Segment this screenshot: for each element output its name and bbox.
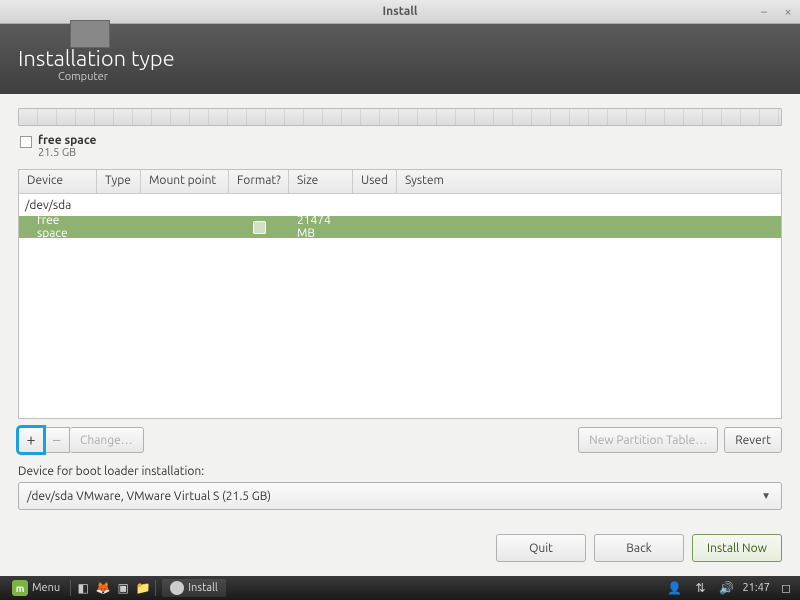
- freespace-name: free space: [38, 134, 96, 147]
- page-subtitle: Computer: [58, 71, 782, 83]
- install-task-icon: [170, 581, 184, 595]
- computer-icon: [70, 20, 110, 48]
- table-header-row: Device Type Mount point Format? Size Use…: [19, 170, 781, 194]
- th-used[interactable]: Used: [353, 170, 397, 193]
- minimize-button[interactable]: −: [756, 4, 772, 20]
- freespace-swatch: [20, 136, 32, 148]
- th-type[interactable]: Type: [97, 170, 141, 193]
- remove-partition-button[interactable]: −: [44, 427, 70, 453]
- th-mount[interactable]: Mount point: [141, 170, 229, 193]
- taskbar-separator: [70, 580, 71, 596]
- revert-button[interactable]: Revert: [724, 427, 782, 453]
- change-partition-button[interactable]: Change…: [70, 427, 144, 453]
- th-system[interactable]: System: [397, 170, 781, 193]
- bootloader-label: Device for boot loader installation:: [18, 465, 782, 478]
- disk-usage-bar[interactable]: [18, 108, 782, 126]
- back-button[interactable]: Back: [594, 534, 684, 562]
- freespace-size: 21.5 GB: [38, 147, 96, 159]
- th-device[interactable]: Device: [19, 170, 97, 193]
- start-menu-button[interactable]: m Menu: [4, 578, 68, 598]
- user-icon[interactable]: 👤: [664, 578, 684, 598]
- tray-icon[interactable]: ◻: [776, 578, 796, 598]
- firefox-icon[interactable]: 🦊: [93, 578, 113, 598]
- clock[interactable]: 21:47: [742, 582, 770, 594]
- cell-size: 21474 MB: [289, 214, 353, 240]
- new-partition-table-button[interactable]: New Partition Table…: [578, 427, 718, 453]
- cell-format: [229, 221, 289, 234]
- taskbar-separator: [155, 580, 156, 596]
- th-size[interactable]: Size: [289, 170, 353, 193]
- volume-icon[interactable]: 🔊: [716, 578, 736, 598]
- installer-header: Installation type Computer: [0, 24, 800, 94]
- taskbar: m Menu ◧ 🦊 ▣ 📁 Install 👤 ⇅ 🔊 21:47 ◻: [0, 576, 800, 600]
- page-title: Installation type: [18, 46, 782, 71]
- window-titlebar: Install − ×: [0, 0, 800, 24]
- bootloader-device-dropdown[interactable]: /dev/sda VMware, VMware Virtual S (21.5 …: [18, 482, 782, 510]
- add-partition-button[interactable]: +: [18, 427, 44, 453]
- mint-logo-icon: m: [12, 580, 28, 596]
- disk-device-label: /dev/sda: [25, 199, 71, 212]
- install-now-button[interactable]: Install Now: [692, 534, 782, 562]
- menu-label: Menu: [32, 582, 60, 594]
- quit-button[interactable]: Quit: [496, 534, 586, 562]
- files-icon[interactable]: 📁: [133, 578, 153, 598]
- table-row-freespace[interactable]: free space 21474 MB: [19, 216, 781, 238]
- partition-table: Device Type Mount point Format? Size Use…: [18, 169, 782, 419]
- table-body: /dev/sda free space 21474 MB: [19, 194, 781, 418]
- task-label: Install: [188, 582, 218, 594]
- th-format[interactable]: Format?: [229, 170, 289, 193]
- bootloader-device-value: /dev/sda VMware, VMware Virtual S (21.5 …: [27, 490, 271, 503]
- freespace-legend: free space 21.5 GB: [20, 134, 782, 159]
- table-row-disk[interactable]: /dev/sda: [19, 194, 781, 216]
- cell-device: free space: [19, 214, 97, 240]
- chevron-down-icon: ▼: [761, 490, 771, 502]
- show-desktop-icon[interactable]: ◧: [73, 578, 93, 598]
- terminal-icon[interactable]: ▣: [113, 578, 133, 598]
- close-button[interactable]: ×: [780, 4, 796, 20]
- taskbar-task-install[interactable]: Install: [162, 579, 226, 597]
- format-checkbox[interactable]: [253, 221, 266, 234]
- footer-button-row: Quit Back Install Now: [0, 520, 800, 576]
- network-icon[interactable]: ⇅: [690, 578, 710, 598]
- window-title: Install: [382, 5, 417, 18]
